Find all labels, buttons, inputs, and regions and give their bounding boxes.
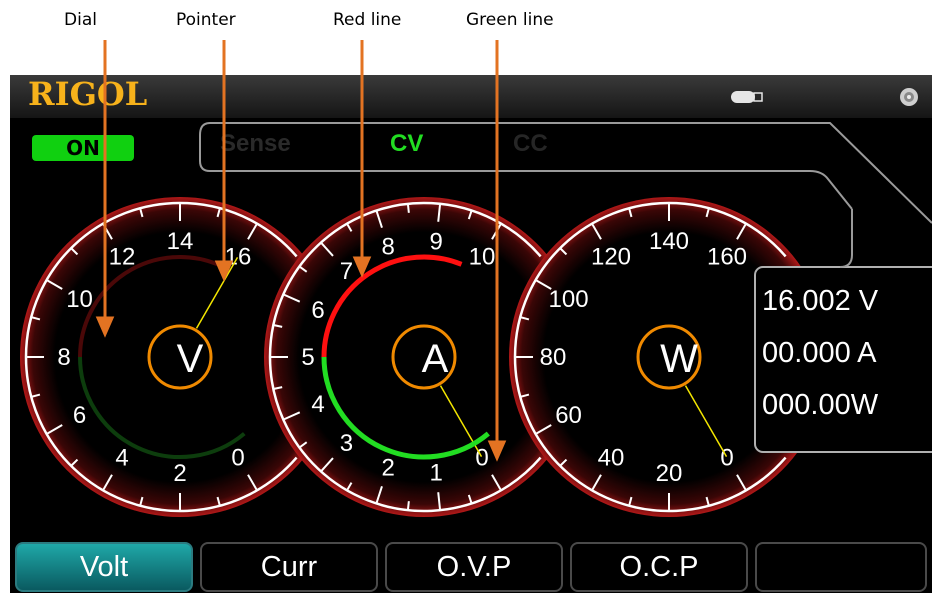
current-tick-label: 2: [381, 454, 394, 481]
voltage-tick-label: 16: [225, 244, 252, 271]
current-tick-label: 1: [429, 459, 442, 486]
readout-connector: [839, 209, 853, 268]
current-tick-label: 3: [340, 430, 353, 457]
current-tick-label: 9: [429, 229, 442, 256]
current-tick-label: 4: [311, 391, 324, 418]
power-tick-label: 120: [591, 244, 631, 271]
voltage-tick-label: 8: [57, 344, 70, 371]
voltage-dial-unit: V: [176, 337, 204, 381]
power-readout: 000.00W: [762, 389, 879, 421]
mode-cv-indicator: CV: [390, 130, 424, 157]
mode-cc-indicator: CC: [513, 130, 548, 157]
mode-sense-indicator: Sense: [220, 130, 291, 157]
voltage-tick-label: 6: [73, 402, 86, 429]
status-frame: [210, 122, 932, 224]
current-minor-tick: [406, 203, 410, 213]
voltage-tick-label: 14: [167, 228, 194, 255]
voltage-tick-label: 4: [115, 444, 128, 471]
softkey-volt[interactable]: Volt: [15, 542, 193, 592]
voltage-readout: 16.002 V: [762, 285, 879, 317]
current-tick-label: 7: [340, 258, 353, 285]
battery-icon: [731, 91, 763, 103]
speaker-icon: [900, 88, 918, 106]
current-tick-label: 6: [311, 297, 324, 324]
screen-graphics: 0246810121416012345678 910020406080100120…: [10, 75, 932, 517]
softkey-ovp[interactable]: O.V.P: [385, 542, 563, 592]
current-tick-label: 10: [469, 244, 496, 271]
current-minor-tick: [406, 501, 410, 511]
power-tick-label: 160: [707, 244, 747, 271]
current-readout: 00.000 A: [762, 337, 877, 369]
current-dial-unit: A: [421, 337, 449, 381]
callout-dial: Dial: [64, 10, 97, 30]
power-tick-label: 20: [656, 460, 683, 487]
softkey-curr[interactable]: Curr: [200, 542, 378, 592]
callout-green-line: Green line: [466, 10, 554, 30]
power-tick-label: 40: [598, 444, 625, 471]
voltage-tick-label: 10: [66, 286, 93, 313]
current-tick-label: 8: [381, 234, 394, 261]
voltage-tick-label: 12: [109, 244, 136, 271]
softkey-ocp[interactable]: O.C.P: [570, 542, 748, 592]
header-bar: [10, 75, 932, 118]
instrument-screen: 0 2 4 6 8 10 12 14 16 0 1 2 3 4 5 6 7 8 9 10 0 20 40 60 80 100 120…: [10, 75, 932, 593]
voltage-tick-label: 0: [231, 444, 244, 471]
power-tick-label: 100: [549, 286, 589, 313]
power-tick-label: 140: [649, 228, 689, 255]
power-dial-unit: W: [660, 337, 698, 381]
voltage-tick-label: 2: [173, 460, 186, 487]
power-tick-label: 80: [540, 344, 567, 371]
current-tick-label: 5: [301, 344, 314, 371]
callout-pointer: Pointer: [176, 10, 236, 30]
callout-red-line: Red line: [333, 10, 402, 30]
power-tick-label: 60: [555, 402, 582, 429]
rigol-logo: RIGOL: [28, 75, 148, 113]
softkey-blank[interactable]: [755, 542, 927, 592]
output-on-badge: ON: [32, 135, 134, 161]
